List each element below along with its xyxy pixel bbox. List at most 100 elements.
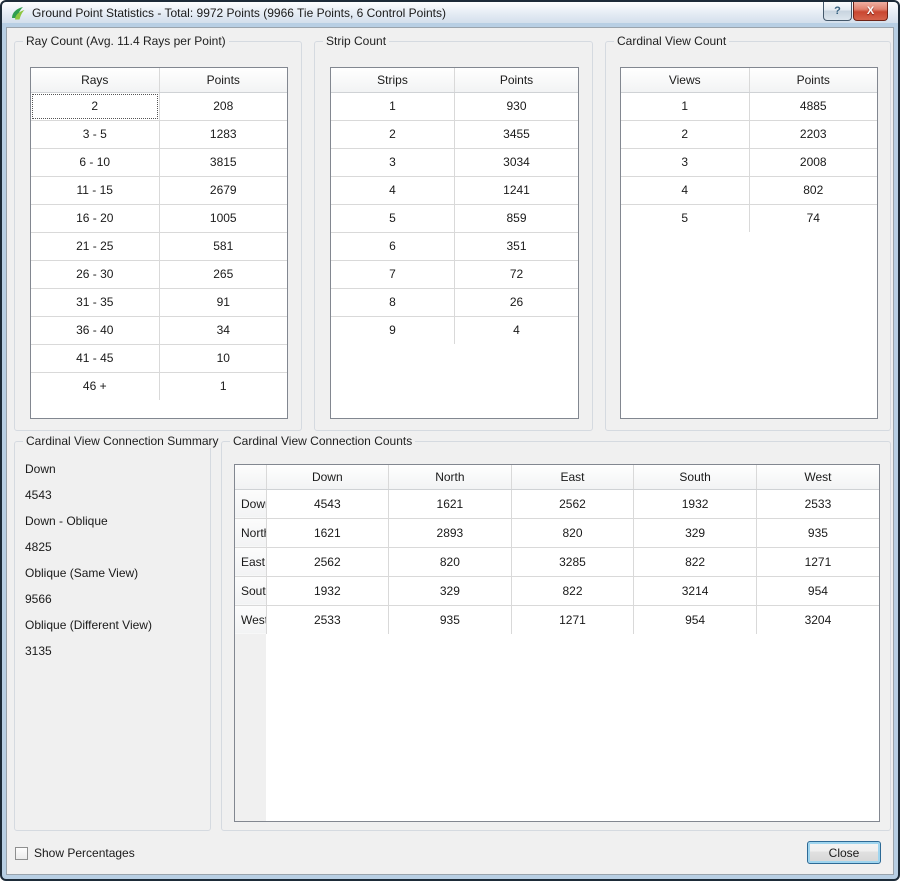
grid-cell[interactable]: 3455 [455,120,579,148]
grid-cell[interactable]: 46 + [31,372,159,400]
grid-cell[interactable]: 1005 [159,204,287,232]
grid-cell[interactable]: 822 [511,576,634,605]
grid-cell[interactable]: 36 - 40 [31,316,159,344]
help-button[interactable]: ? [823,2,852,21]
column-header[interactable]: East [511,465,634,489]
grid-cell[interactable]: 351 [455,232,579,260]
grid-cell[interactable]: 10 [159,344,287,372]
grid-cell[interactable]: 208 [159,92,287,120]
grid-cell[interactable]: 4 [455,316,579,344]
grid-cell[interactable]: 1241 [455,176,579,204]
grid-cell[interactable]: 3204 [756,605,879,634]
grid-cell[interactable]: 1621 [389,489,512,518]
grid-cell[interactable]: 26 [455,288,579,316]
grid-cell[interactable]: 935 [389,605,512,634]
grid-cell[interactable]: 2679 [159,176,287,204]
column-header[interactable]: Strips [331,68,455,92]
grid-cell[interactable]: 329 [389,576,512,605]
grid-cell[interactable]: 26 - 30 [31,260,159,288]
grid-cell[interactable]: 935 [756,518,879,547]
grid-cell[interactable]: 2008 [749,148,877,176]
grid-cell[interactable]: 4885 [749,92,877,120]
grid-cell[interactable]: 74 [749,204,877,232]
grid-cell[interactable]: 1271 [756,547,879,576]
grid-cell[interactable]: 72 [455,260,579,288]
grid-cell[interactable]: 1283 [159,120,287,148]
grid-cell[interactable]: 930 [455,92,579,120]
column-header[interactable]: South [634,465,757,489]
grid-cell[interactable]: 1932 [634,489,757,518]
grid-cell[interactable]: 2562 [266,547,389,576]
grid-cell[interactable]: 2562 [511,489,634,518]
grid-cell[interactable]: 2 [621,120,749,148]
grid-cell[interactable]: 1 [159,372,287,400]
window-close-button[interactable]: X [853,2,888,21]
grid-cell[interactable]: 6 - 10 [31,148,159,176]
grid-cell[interactable]: 954 [634,605,757,634]
app-icon[interactable] [10,5,26,21]
grid-cell[interactable]: 1621 [266,518,389,547]
grid-cell[interactable]: 5 [621,204,749,232]
row-header[interactable]: South [235,576,266,605]
grid-cell[interactable]: 1271 [511,605,634,634]
column-header[interactable]: Points [455,68,579,92]
grid-cell[interactable]: 3 [331,148,455,176]
summary-line: 9566 [15,586,210,612]
checkbox-box[interactable] [15,847,28,860]
titlebar[interactable]: Ground Point Statistics - Total: 9972 Po… [2,2,898,23]
row-header[interactable]: West [235,605,266,634]
grid-cell[interactable]: 16 - 20 [31,204,159,232]
grid-cell[interactable]: 34 [159,316,287,344]
column-header[interactable]: Points [749,68,877,92]
grid-cell[interactable]: 4 [331,176,455,204]
row-header[interactable]: East [235,547,266,576]
grid-cell[interactable]: 802 [749,176,877,204]
grid-cell[interactable]: 2893 [389,518,512,547]
grid-cell[interactable]: 265 [159,260,287,288]
grid-cell[interactable]: 6 [331,232,455,260]
grid-cell[interactable]: 2 [31,92,159,120]
column-header[interactable]: Points [159,68,287,92]
grid-cell[interactable]: 2533 [756,489,879,518]
grid-cell[interactable]: 820 [511,518,634,547]
close-button[interactable]: Close [807,841,881,864]
grid-cell[interactable]: 11 - 15 [31,176,159,204]
row-header[interactable]: Down [235,489,266,518]
grid-cell[interactable]: 3 - 5 [31,120,159,148]
grid-cell[interactable]: 581 [159,232,287,260]
grid-cell[interactable]: 31 - 35 [31,288,159,316]
column-header[interactable]: Views [621,68,749,92]
grid-cell[interactable]: 954 [756,576,879,605]
grid-cell[interactable]: 3214 [634,576,757,605]
grid-cell[interactable]: 3285 [511,547,634,576]
show-percentages-checkbox[interactable]: Show Percentages [15,846,135,860]
grid-cell[interactable]: 859 [455,204,579,232]
grid-cell[interactable]: 21 - 25 [31,232,159,260]
grid-cell[interactable]: 3034 [455,148,579,176]
grid-cell[interactable]: 1 [621,92,749,120]
column-header[interactable]: West [756,465,879,489]
grid-cell[interactable]: 4 [621,176,749,204]
grid-cell[interactable]: 3 [621,148,749,176]
grid-cell[interactable]: 1932 [266,576,389,605]
grid-cell[interactable]: 8 [331,288,455,316]
table-row: 46 +1 [31,372,287,400]
grid-cell[interactable]: 4543 [266,489,389,518]
grid-cell[interactable]: 41 - 45 [31,344,159,372]
grid-cell[interactable]: 2203 [749,120,877,148]
row-header[interactable]: North [235,518,266,547]
grid-cell[interactable]: 3815 [159,148,287,176]
grid-cell[interactable]: 5 [331,204,455,232]
grid-cell[interactable]: 7 [331,260,455,288]
grid-cell[interactable]: 1 [331,92,455,120]
grid-cell[interactable]: 329 [634,518,757,547]
column-header[interactable]: North [389,465,512,489]
grid-cell[interactable]: 91 [159,288,287,316]
grid-cell[interactable]: 2 [331,120,455,148]
column-header[interactable]: Down [266,465,389,489]
grid-cell[interactable]: 822 [634,547,757,576]
grid-cell[interactable]: 2533 [266,605,389,634]
column-header[interactable]: Rays [31,68,159,92]
grid-cell[interactable]: 9 [331,316,455,344]
grid-cell[interactable]: 820 [389,547,512,576]
